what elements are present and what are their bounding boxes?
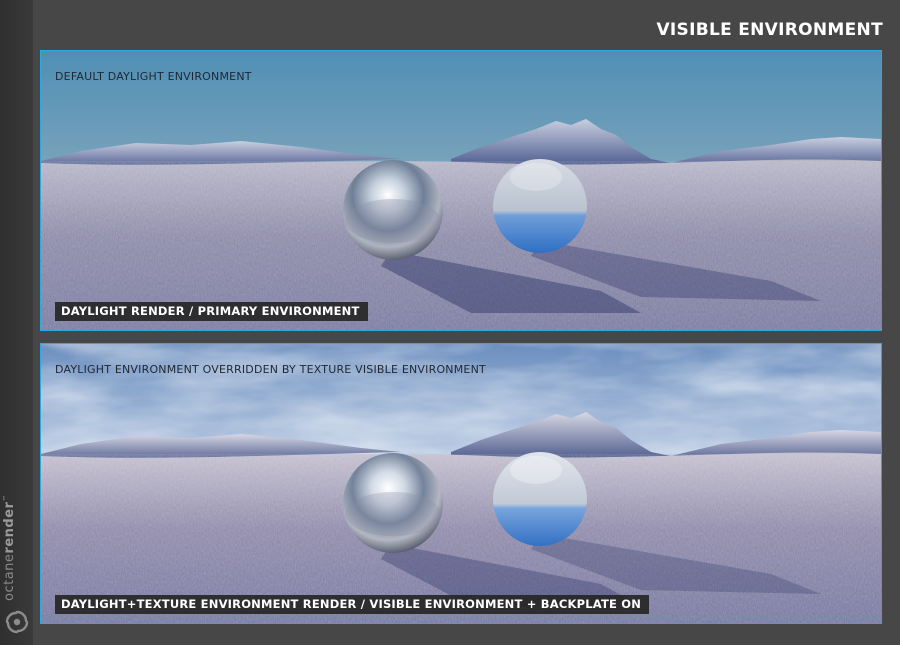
render-panel-texture-environment: DAYLIGHT ENVIRONMENT OVERRIDDEN BY TEXTU…	[40, 343, 882, 624]
octane-logo-icon	[5, 610, 29, 634]
panel-heading: DAYLIGHT ENVIRONMENT OVERRIDDEN BY TEXTU…	[55, 363, 486, 376]
sidebar: octanerender™	[0, 0, 33, 645]
brand: octanerender™	[0, 485, 33, 645]
render-panel-daylight: DEFAULT DAYLIGHT ENVIRONMENT DAYLIGHT RE…	[40, 50, 882, 331]
brand-wordmark: octanerender™	[2, 494, 17, 601]
daylight-render-image	[41, 51, 881, 330]
page-title: VISIBLE ENVIRONMENT	[656, 20, 883, 40]
panel-caption: DAYLIGHT RENDER / PRIMARY ENVIRONMENT	[55, 302, 368, 321]
texture-environment-render-image	[41, 344, 881, 623]
panel-caption: DAYLIGHT+TEXTURE ENVIRONMENT RENDER / VI…	[55, 595, 650, 614]
panel-heading: DEFAULT DAYLIGHT ENVIRONMENT	[55, 70, 252, 83]
